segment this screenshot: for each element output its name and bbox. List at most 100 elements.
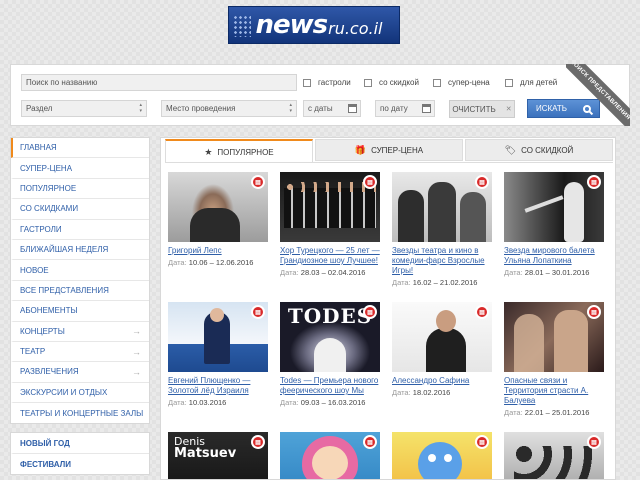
- checkbox-box[interactable]: [505, 78, 513, 87]
- matsuev-logo-text: Denis Matsuev: [174, 436, 237, 461]
- event-card[interactable]: TODES ▤ Todes — Премьера нового фееричес…: [280, 302, 380, 407]
- person-shape: [428, 182, 456, 242]
- event-thumbnail[interactable]: ▤: [168, 302, 268, 372]
- sidebar-item-discounts[interactable]: СО СКИДКАМИ: [11, 199, 149, 220]
- event-title[interactable]: Todes — Премьера нового феерического шоу…: [280, 376, 380, 396]
- logo-news-text: news: [255, 10, 328, 40]
- event-thumbnail[interactable]: TODES ▤: [280, 302, 380, 372]
- event-title[interactable]: Звезда мирового балета Ульяна Лопаткина: [504, 246, 604, 266]
- tabs-divider: [165, 162, 613, 163]
- event-thumbnail[interactable]: ▤: [280, 172, 380, 242]
- sidebar-item-label: НОВЫЙ ГОД: [20, 438, 70, 448]
- logo-dots-icon: [233, 15, 251, 37]
- date-to-label: по дату: [380, 104, 408, 113]
- event-thumbnail[interactable]: ▤: [168, 172, 268, 242]
- sidebar-item-next-week[interactable]: БЛИЖАЙШАЯ НЕДЕЛЯ: [11, 240, 149, 261]
- event-thumbnail[interactable]: ▤: [504, 172, 604, 242]
- cartoon-face-shape: [312, 446, 348, 479]
- event-card[interactable]: ▤ Звезды театра и кино в комедии-фарс Вз…: [392, 172, 492, 287]
- sidebar-item-label: СУПЕР-ЦЕНА: [20, 163, 73, 173]
- tab-label: ПОПУЛЯРНОЕ: [217, 147, 274, 157]
- sidebar-item-subscriptions[interactable]: АБОНЕМЕНТЫ: [11, 301, 149, 322]
- checkbox-super-price[interactable]: супер-цена: [433, 78, 490, 87]
- matsuev-text: Matsuev: [174, 446, 237, 461]
- date-label: Дата:: [168, 398, 187, 407]
- checkbox-box[interactable]: [433, 78, 441, 87]
- sidebar-item-excursions[interactable]: ЭКСКУРСИИ И ОТДЫХ: [11, 383, 149, 404]
- event-thumbnail[interactable]: ▤: [392, 172, 492, 242]
- date-value: 18.02.2016: [412, 388, 451, 397]
- sidebar-item-entertainment[interactable]: РАЗВЛЕЧЕНИЯ →: [11, 362, 149, 383]
- ticket-badge-icon: ▤: [587, 435, 601, 449]
- event-thumbnail[interactable]: ▤: [504, 302, 604, 372]
- venue-select[interactable]: Место проведения: [161, 100, 297, 117]
- date-value: 10.03.2016: [188, 398, 227, 407]
- event-title[interactable]: Опасные связи и Территория страсти А. Ба…: [504, 376, 604, 406]
- sidebar-item-venues[interactable]: ТЕАТРЫ И КОНЦЕРТНЫЕ ЗАЛЫ: [11, 403, 149, 423]
- event-thumbnail[interactable]: ▤: [392, 432, 492, 479]
- event-card[interactable]: ▤: [504, 432, 604, 479]
- dancer-shape: [314, 338, 346, 372]
- checkbox-label: гастроли: [318, 78, 351, 87]
- sidebar-item-new-year[interactable]: НОВЫЙ ГОД: [11, 433, 149, 454]
- section-select[interactable]: Раздел: [21, 100, 147, 117]
- checkbox-for-kids[interactable]: для детей: [505, 78, 557, 87]
- event-card[interactable]: ▤: [280, 432, 380, 479]
- date-value: 16.02 – 21.02.2016: [412, 278, 478, 287]
- event-date: Дата: 22.01 – 25.01.2016: [504, 408, 604, 417]
- sidebar-item-festivals[interactable]: ФЕСТИВАЛИ: [11, 454, 149, 474]
- tab-super-price[interactable]: 🎁 СУПЕР-ЦЕНА: [315, 139, 463, 161]
- sidebar-item-main[interactable]: ГЛАВНАЯ: [11, 138, 149, 159]
- event-card[interactable]: ▤ Григорий Лепс Дата: 10.06 – 12.06.2016: [168, 172, 268, 267]
- tab-label: СО СКИДКОЙ: [521, 145, 574, 155]
- event-title[interactable]: Звезды театра и кино в комедии-фарс Взро…: [392, 246, 492, 276]
- event-title[interactable]: Григорий Лепс: [168, 246, 268, 256]
- event-card[interactable]: ▤ Опасные связи и Территория страсти А. …: [504, 302, 604, 417]
- checkbox-box[interactable]: [364, 78, 372, 87]
- sidebar-item-all-shows[interactable]: ВСЕ ПРЕДСТАВЛЕНИЯ: [11, 281, 149, 302]
- event-thumbnail[interactable]: Denis Matsuev ▤: [168, 432, 268, 479]
- checkbox-discount[interactable]: со скидкой: [364, 78, 419, 87]
- sidebar-item-label: ВСЕ ПРЕДСТАВЛЕНИЯ: [20, 285, 109, 295]
- event-thumbnail[interactable]: ▤: [280, 432, 380, 479]
- event-thumbnail[interactable]: ▤: [504, 432, 604, 479]
- event-card[interactable]: ▤: [392, 432, 492, 479]
- sidebar-item-label: ПОПУЛЯРНОЕ: [20, 183, 77, 193]
- sidebar-item-concerts[interactable]: КОНЦЕРТЫ →: [11, 322, 149, 342]
- dancer-shape: [564, 182, 584, 242]
- date-to-input[interactable]: по дату: [375, 100, 435, 117]
- calendar-icon[interactable]: [348, 104, 357, 113]
- clear-button[interactable]: ОЧИСТИТЬ ✕: [449, 100, 515, 118]
- calendar-icon[interactable]: [422, 104, 431, 113]
- event-card[interactable]: ▤ Алессандро Сафина Дата: 18.02.2016: [392, 302, 492, 397]
- date-label: Дата:: [280, 268, 299, 277]
- event-thumbnail[interactable]: ▤: [392, 302, 492, 372]
- event-date: Дата: 09.03 – 16.03.2016: [280, 398, 380, 407]
- event-card[interactable]: ▤ Евгений Плющенко — Золотой лёд Израиля…: [168, 302, 268, 407]
- search-name-input[interactable]: Поиск по названию: [21, 74, 297, 91]
- sidebar-menu: ГЛАВНАЯ СУПЕР-ЦЕНА ПОПУЛЯРНОЕ СО СКИДКАМ…: [10, 137, 150, 425]
- site-logo[interactable]: news ru.co.il: [228, 6, 400, 44]
- date-from-input[interactable]: с даты: [303, 100, 361, 117]
- checkbox-label: супер-цена: [448, 78, 490, 87]
- event-title[interactable]: Алессандро Сафина: [392, 376, 492, 386]
- event-card[interactable]: ▤ Хор Турецкого — 25 лет — Грандиозное ш…: [280, 172, 380, 277]
- sidebar-item-super-price[interactable]: СУПЕР-ЦЕНА: [11, 158, 149, 179]
- tab-discount[interactable]: 🏷 СО СКИДКОЙ: [465, 139, 613, 161]
- event-card[interactable]: ▤ Звезда мирового балета Ульяна Лопаткин…: [504, 172, 604, 277]
- tab-popular[interactable]: ★ ПОПУЛЯРНОЕ: [165, 139, 313, 163]
- sidebar-item-tours[interactable]: ГАСТРОЛИ: [11, 220, 149, 240]
- date-value: 28.03 – 02.04.2016: [300, 268, 366, 277]
- event-title[interactable]: Евгений Плющенко — Золотой лёд Израиля: [168, 376, 268, 396]
- event-card[interactable]: Denis Matsuev ▤: [168, 432, 268, 479]
- ticket-badge-icon: ▤: [363, 435, 377, 449]
- date-label: Дата:: [504, 268, 523, 277]
- sidebar-item-new[interactable]: НОВОЕ: [11, 260, 149, 281]
- sidebar-item-theatre[interactable]: ТЕАТР →: [11, 342, 149, 363]
- tab-label: СУПЕР-ЦЕНА: [371, 145, 424, 155]
- event-title[interactable]: Хор Турецкого — 25 лет — Грандиозное шоу…: [280, 246, 380, 266]
- sidebar-item-popular[interactable]: ПОПУЛЯРНОЕ: [11, 179, 149, 200]
- date-label: Дата:: [392, 278, 411, 287]
- checkbox-tours[interactable]: гастроли: [303, 78, 351, 87]
- checkbox-box[interactable]: [303, 78, 311, 87]
